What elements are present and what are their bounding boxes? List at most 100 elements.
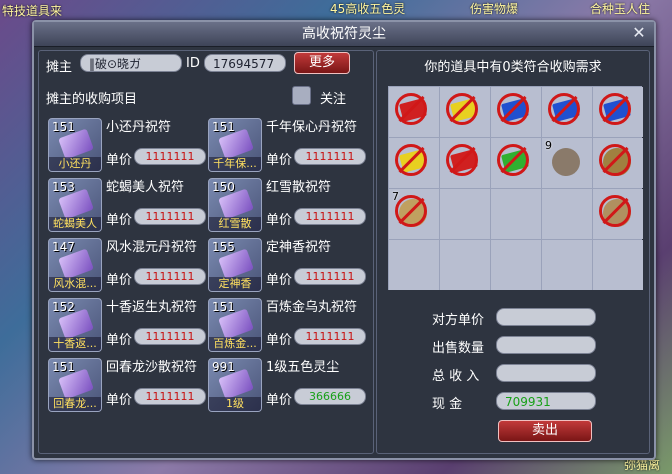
inventory-slot[interactable] bbox=[389, 138, 439, 188]
quantity-label: 出售数量 bbox=[432, 341, 485, 356]
purchase-item[interactable]: 151 千年保... 千年保心丹祝符 单价 1111111 bbox=[208, 118, 368, 178]
inventory-slot[interactable] bbox=[389, 240, 439, 290]
inventory-slot[interactable] bbox=[440, 189, 490, 239]
item-thumbnail[interactable]: 147 风水混... bbox=[48, 238, 102, 292]
item-price: 1111111 bbox=[294, 208, 366, 225]
unit-price-label: 对方单价 bbox=[432, 313, 485, 328]
item-tag: 千年保... bbox=[209, 157, 261, 171]
inventory-slot[interactable]: 7 bbox=[389, 189, 439, 239]
purchase-item[interactable]: 155 定神香 定神香祝符 单价 1111111 bbox=[208, 238, 368, 298]
cash-field: 709931 bbox=[496, 392, 596, 410]
purchase-item[interactable]: 151 百炼金... 百炼金乌丸祝符 单价 1111111 bbox=[208, 298, 368, 358]
purchase-item[interactable]: 150 红雪散 红雪散祝符 单价 1111111 bbox=[208, 178, 368, 238]
close-icon[interactable]: ✕ bbox=[630, 24, 648, 42]
unit-price-label: 单价 bbox=[266, 153, 293, 168]
item-thumbnail[interactable]: 152 十香返... bbox=[48, 298, 102, 352]
item-price: 1111111 bbox=[294, 148, 366, 165]
background-text: 伤害物爆 bbox=[470, 2, 519, 16]
inventory-slot[interactable] bbox=[440, 87, 490, 137]
item-thumbnail[interactable]: 153 蛇蝎美人 bbox=[48, 178, 102, 232]
item-level: 152 bbox=[52, 300, 75, 314]
item-level: 151 bbox=[52, 360, 75, 374]
inventory-slot[interactable] bbox=[593, 189, 643, 239]
inventory-slot[interactable] bbox=[491, 138, 541, 188]
window-title: 高收祝符灵尘 bbox=[34, 22, 654, 47]
item-thumbnail[interactable]: 151 千年保... bbox=[208, 118, 262, 172]
purchase-item[interactable]: 151 回春龙... 回春龙沙散祝符 单价 1111111 bbox=[48, 358, 208, 418]
inventory-slot[interactable]: 9 bbox=[542, 138, 592, 188]
purchase-item[interactable]: 147 风水混... 风水混元丹祝符 单价 1111111 bbox=[48, 238, 208, 298]
unit-price-field bbox=[496, 308, 596, 326]
not-allowed-icon bbox=[497, 93, 529, 125]
item-name: 蛇蝎美人祝符 bbox=[106, 180, 185, 195]
item-name: 十香返生丸祝符 bbox=[106, 300, 198, 315]
inventory-slot[interactable] bbox=[542, 189, 592, 239]
item-level: 151 bbox=[212, 120, 235, 134]
unit-price-label: 单价 bbox=[106, 153, 133, 168]
item-price: 1111111 bbox=[134, 328, 206, 345]
inventory-slot[interactable] bbox=[491, 189, 541, 239]
background-text: 特技道具来 bbox=[2, 4, 63, 18]
background-text: 合种玉人住 bbox=[590, 2, 651, 16]
item-level: 151 bbox=[212, 300, 235, 314]
purchase-item[interactable]: 991 1级 1级五色灵尘 单价 366666 bbox=[208, 358, 368, 418]
unit-price-label: 单价 bbox=[266, 393, 293, 408]
item-thumbnail[interactable]: 155 定神香 bbox=[208, 238, 262, 292]
item-icon bbox=[548, 144, 584, 180]
item-price: 1111111 bbox=[294, 328, 366, 345]
purchase-list-heading: 摊主的收购项目 bbox=[46, 92, 138, 107]
inventory-slot[interactable] bbox=[593, 87, 643, 137]
unit-price-label: 单价 bbox=[106, 273, 133, 288]
item-thumbnail[interactable]: 151 百炼金... bbox=[208, 298, 262, 352]
more-button[interactable]: 更多 bbox=[294, 52, 350, 74]
quantity-input[interactable] bbox=[496, 336, 596, 354]
not-allowed-icon bbox=[395, 195, 427, 227]
item-tag: 蛇蝎美人 bbox=[49, 217, 101, 231]
item-price: 1111111 bbox=[134, 388, 206, 405]
item-thumbnail[interactable]: 150 红雪散 bbox=[208, 178, 262, 232]
inventory-slot[interactable] bbox=[491, 240, 541, 290]
unit-price-label: 单价 bbox=[106, 393, 133, 408]
seller-name-field: ‖破⊙晓ガ bbox=[80, 54, 182, 72]
item-tag: 小还丹 bbox=[49, 157, 101, 171]
item-count: 7 bbox=[392, 190, 399, 203]
inventory-slot[interactable] bbox=[440, 240, 490, 290]
seller-label: 摊主 bbox=[46, 60, 73, 75]
item-price: 1111111 bbox=[134, 148, 206, 165]
item-tag: 回春龙... bbox=[49, 397, 101, 411]
inventory-slot[interactable] bbox=[542, 240, 592, 290]
item-tag: 1级 bbox=[209, 397, 261, 411]
item-tag: 风水混... bbox=[49, 277, 101, 291]
inventory-slot[interactable] bbox=[593, 138, 643, 188]
not-allowed-icon bbox=[548, 93, 580, 125]
inventory-slot[interactable] bbox=[593, 240, 643, 290]
unit-price-label: 单价 bbox=[106, 213, 133, 228]
not-allowed-icon bbox=[497, 144, 529, 176]
inventory-slot[interactable] bbox=[491, 87, 541, 137]
seller-id-field: 17694577 bbox=[204, 54, 286, 72]
income-label: 总 收 入 bbox=[432, 369, 480, 384]
sell-button[interactable]: 卖出 bbox=[498, 420, 592, 442]
income-field bbox=[496, 364, 596, 382]
item-name: 风水混元丹祝符 bbox=[106, 240, 198, 255]
purchase-item[interactable]: 152 十香返... 十香返生丸祝符 单价 1111111 bbox=[48, 298, 208, 358]
inventory-slot[interactable] bbox=[440, 138, 490, 188]
inventory-slot[interactable] bbox=[389, 87, 439, 137]
follow-checkbox[interactable] bbox=[292, 86, 311, 105]
item-price: 1111111 bbox=[134, 268, 206, 285]
item-name: 红雪散祝符 bbox=[266, 180, 332, 195]
item-tag: 十香返... bbox=[49, 337, 101, 351]
item-tag: 定神香 bbox=[209, 277, 261, 291]
inventory-slot[interactable] bbox=[542, 87, 592, 137]
inventory-grid: 97 bbox=[388, 86, 643, 290]
item-price: 366666 bbox=[294, 388, 366, 405]
item-name: 小还丹祝符 bbox=[106, 120, 172, 135]
item-name: 定神香祝符 bbox=[266, 240, 332, 255]
purchase-item[interactable]: 151 小还丹 小还丹祝符单价 1111111 bbox=[48, 118, 208, 178]
not-allowed-icon bbox=[395, 93, 427, 125]
item-thumbnail[interactable]: 991 1级 bbox=[208, 358, 262, 412]
follow-label[interactable]: 关注 bbox=[320, 88, 346, 107]
item-thumbnail[interactable]: 151 小还丹 bbox=[48, 118, 102, 172]
purchase-item[interactable]: 153 蛇蝎美人 蛇蝎美人祝符 单价 1111111 bbox=[48, 178, 208, 238]
item-thumbnail[interactable]: 151 回春龙... bbox=[48, 358, 102, 412]
